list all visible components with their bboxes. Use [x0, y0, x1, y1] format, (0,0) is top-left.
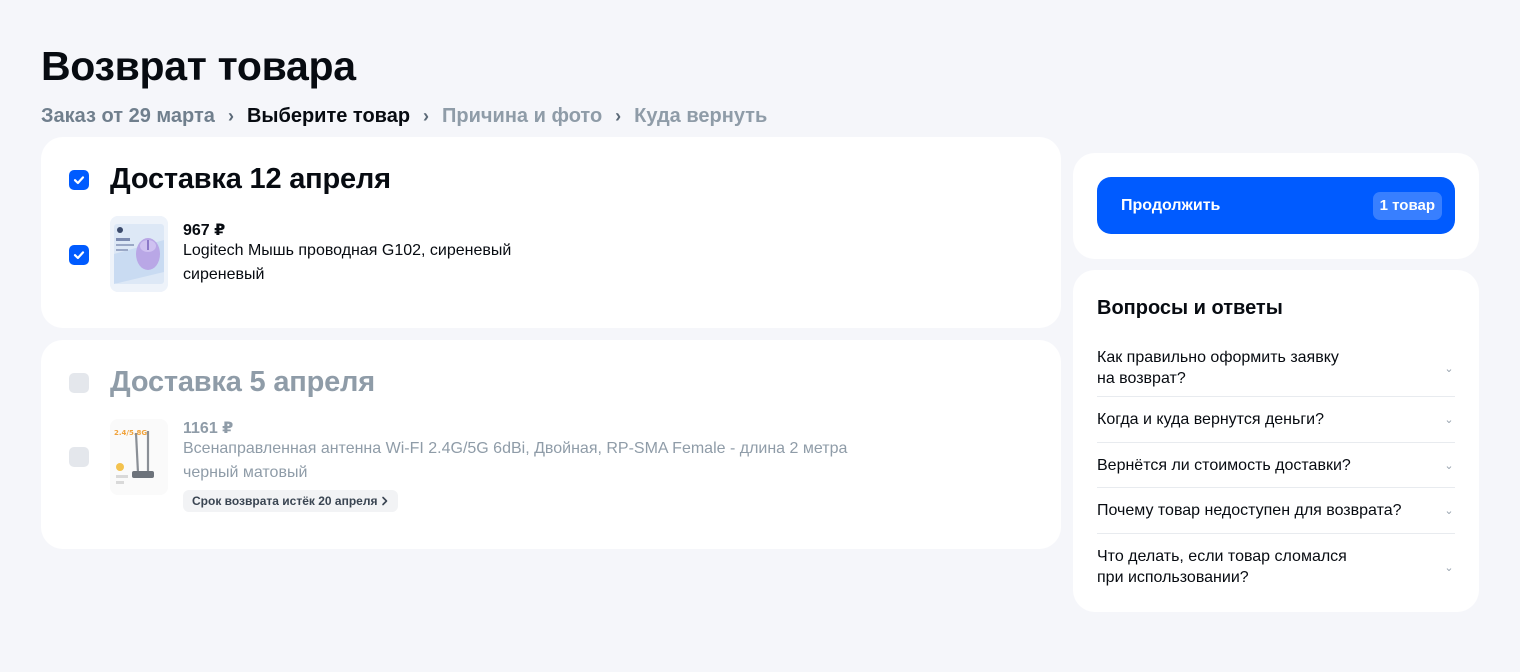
return-expired-badge[interactable]: Срок возврата истёк 20 апреля	[183, 490, 399, 512]
page-title: Возврат товара	[41, 43, 356, 89]
badge-label: Срок возврата истёк 20 апреля	[192, 494, 378, 508]
selected-count-badge: 1 товар	[1372, 191, 1442, 220]
checkmark-icon	[73, 176, 85, 185]
return-page: Возврат товара Заказ от 29 марта › Выбер…	[0, 0, 1520, 672]
chevron-right-icon: ›	[615, 106, 622, 126]
thumb-label: 2.4/5.8G	[114, 429, 147, 437]
faq-question: Вернётся ли стоимость доставки?	[1097, 456, 1351, 474]
faq-item-not-returnable[interactable]: Почему товар недоступен для возврата? ⌄	[1097, 488, 1455, 534]
product-image-mouse[interactable]	[110, 216, 168, 292]
continue-button[interactable]: Продолжить 1 товар	[1097, 177, 1455, 234]
breadcrumb-step-order[interactable]: Заказ от 29 марта	[41, 103, 215, 129]
product-name[interactable]: Logitech Мышь проводная G102, сиреневый	[183, 240, 511, 262]
continue-button-label: Продолжить	[1121, 196, 1221, 214]
chevron-down-icon: ⌄	[1444, 505, 1454, 517]
product-color: сиреневый	[183, 266, 265, 283]
faq-question: Почему товар недоступен для возврата?	[1097, 502, 1402, 519]
product-color: черный матовый	[183, 464, 308, 481]
item-checkbox[interactable]	[69, 245, 89, 265]
faq-panel: Вопросы и ответы Как правильно оформить …	[1073, 270, 1479, 612]
breadcrumb-step-destination: Куда вернуть	[634, 105, 768, 127]
faq-item-delivery-cost[interactable]: Вернётся ли стоимость доставки? ⌄	[1097, 443, 1455, 488]
product-image-antenna[interactable]: 2.4/5.8G	[110, 419, 168, 495]
group-title: Доставка 12 апреля	[110, 163, 391, 195]
checkmark-icon	[73, 251, 85, 260]
chevron-down-icon: ⌄	[1444, 459, 1454, 472]
faq-item-how-to-apply[interactable]: Как правильно оформить заявку на возврат…	[1097, 340, 1455, 397]
chevron-down-icon: ⌄	[1444, 561, 1454, 574]
delivery-group-2: Доставка 5 апреля 2.4/5.8G 1161 ₽ Всенап…	[41, 340, 1061, 549]
breadcrumb-step-reason: Причина и фото	[442, 105, 603, 127]
faq-question: Когда и куда вернутся деньги?	[1097, 411, 1325, 428]
faq-title: Вопросы и ответы	[1097, 297, 1283, 319]
faq-item-refund-timing[interactable]: Когда и куда вернутся деньги? ⌄	[1097, 397, 1455, 443]
breadcrumb-step-select-item: Выберите товар	[246, 105, 411, 127]
faq-list: Как правильно оформить заявку на возврат…	[1097, 340, 1455, 600]
chevron-down-icon: ⌄	[1444, 414, 1454, 426]
group-checkbox[interactable]	[69, 170, 89, 190]
chevron-right-icon	[382, 496, 388, 506]
chevron-right-icon: ›	[227, 106, 234, 126]
delivery-group-1: Доставка 12 апреля 967 ₽ Logitech Мышь п…	[41, 137, 1061, 328]
breadcrumb: Заказ от 29 марта › Выберите товар › При…	[41, 103, 767, 129]
group-title: Доставка 5 апреля	[110, 366, 375, 398]
faq-item-broken-in-use[interactable]: Что делать, если товар сломался при испо…	[1097, 534, 1455, 600]
product-name[interactable]: Всенаправленная антенна Wi-FI 2.4G/5G 6d…	[183, 438, 847, 460]
chevron-down-icon: ⌄	[1444, 362, 1454, 375]
summary-panel: Продолжить 1 товар	[1073, 153, 1479, 259]
product-price: 1161 ₽	[183, 420, 234, 437]
group-checkbox-disabled	[69, 373, 89, 393]
faq-question: Как правильно оформить заявку на возврат…	[1097, 349, 1339, 387]
faq-question: Что делать, если товар сломался при испо…	[1097, 548, 1347, 586]
product-price: 967 ₽	[183, 222, 226, 239]
item-checkbox-disabled	[69, 447, 89, 467]
chevron-right-icon: ›	[423, 106, 430, 126]
